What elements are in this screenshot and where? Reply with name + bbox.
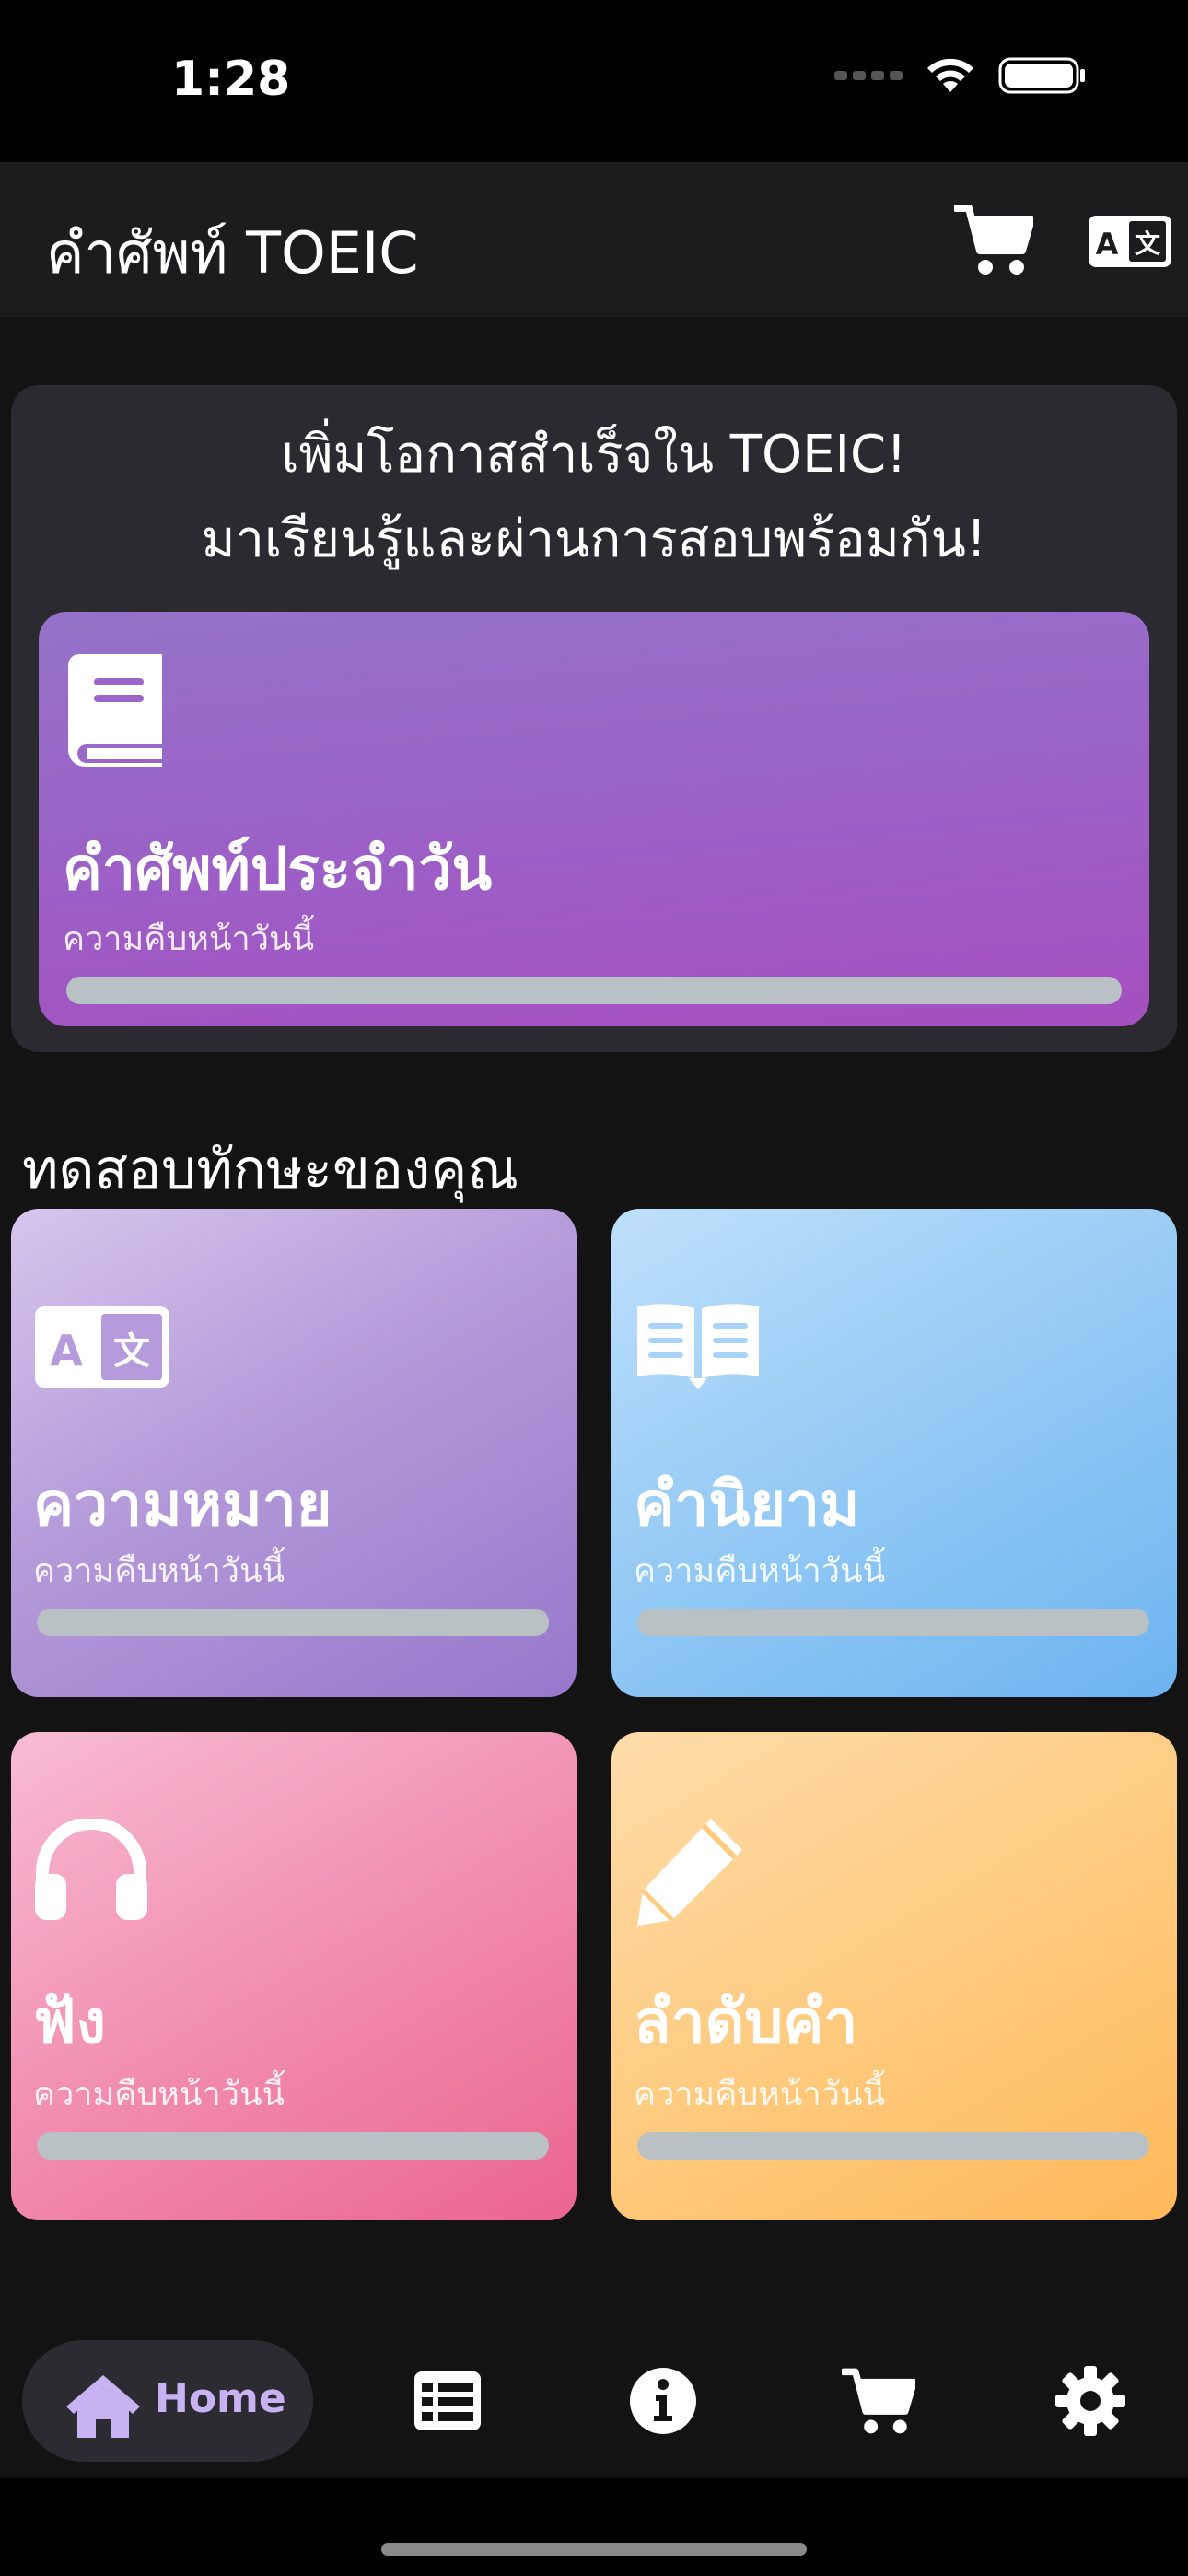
nav-info[interactable] <box>626 2364 700 2438</box>
svg-text:A: A <box>50 1326 83 1376</box>
svg-text:文: 文 <box>113 1330 150 1373</box>
skill-subtitle: ความคืบหน้าวันนี้ <box>33 1552 285 1590</box>
book-icon <box>68 654 162 767</box>
app-bar: คำศัพท์ TOEIC A 文 <box>0 162 1188 317</box>
skill-subtitle: ความคืบหน้าวันนี้ <box>634 2076 886 2113</box>
daily-card-subtitle: ความคืบหน้าวันนี้ <box>63 920 315 958</box>
home-indicator[interactable] <box>381 2543 807 2556</box>
list-icon <box>414 2371 481 2430</box>
status-icons <box>834 55 1087 96</box>
bottom-nav: Home <box>0 2313 1188 2478</box>
skill-card-definition[interactable]: คำนิยาม ความคืบหน้าวันนี้ <box>611 1209 1177 1697</box>
skill-progress-bar <box>637 2132 1149 2160</box>
nav-settings[interactable] <box>1054 2364 1127 2438</box>
cart-icon <box>840 2368 917 2434</box>
nav-home[interactable]: Home <box>22 2340 313 2462</box>
svg-text:A: A <box>1096 227 1119 262</box>
translate-icon: A 文 <box>35 1306 169 1388</box>
skill-card-meaning[interactable]: A 文 ความหมาย ความคืบหน้าวันนี้ <box>11 1209 577 1697</box>
daily-vocab-card[interactable]: คำศัพท์ประจำวัน ความคืบหน้าวันนี้ <box>39 612 1149 1026</box>
info-icon <box>630 2368 696 2434</box>
nav-home-label: Home <box>155 2375 286 2422</box>
cart-icon <box>952 205 1035 275</box>
cart-button[interactable] <box>952 203 1035 276</box>
skill-title: ความหมาย <box>33 1469 332 1540</box>
nav-list[interactable] <box>411 2364 484 2438</box>
svg-text:文: 文 <box>1135 228 1160 259</box>
headphones-icon <box>35 1819 147 1920</box>
hero-banner: เพิ่มโอกาสสำเร็จใน TOEIC! มาเรียนรู้และผ… <box>11 385 1177 1052</box>
battery-icon <box>998 57 1085 94</box>
skill-progress-bar <box>37 1609 549 1636</box>
skill-card-word-order[interactable]: ลำดับคำ ความคืบหน้าวันนี้ <box>611 1732 1177 2220</box>
daily-progress-bar <box>66 977 1122 1004</box>
section-title: ทดสอบทักษะของคุณ <box>22 1138 519 1202</box>
app-title: คำศัพท์ TOEIC <box>46 219 419 287</box>
home-icon <box>66 2375 140 2438</box>
status-time: 1:28 <box>171 52 291 107</box>
skill-title: คำนิยาม <box>634 1469 860 1540</box>
bottom-safe-area <box>0 2478 1188 2576</box>
status-bar: 1:28 <box>0 0 1188 162</box>
cellular-signal-icon <box>834 71 903 80</box>
nav-cart[interactable] <box>840 2364 917 2438</box>
translate-button[interactable]: A 文 <box>1087 210 1173 273</box>
skill-card-listening[interactable]: ฟัง ความคืบหน้าวันนี้ <box>11 1732 577 2220</box>
skill-subtitle: ความคืบหน้าวันนี้ <box>634 1552 886 1590</box>
hero-line-2: มาเรียนรู้และผ่านการสอบพร้อมกัน! <box>201 509 987 569</box>
settings-icon <box>1055 2366 1125 2436</box>
skill-title: ลำดับคำ <box>634 1986 858 2057</box>
hero-line-1: เพิ่มโอกาสสำเร็จใน TOEIC! <box>281 425 907 485</box>
hero-text: เพิ่มโอกาสสำเร็จใน TOEIC! มาเรียนรู้และผ… <box>11 413 1177 582</box>
skill-title: ฟัง <box>33 1986 106 2057</box>
translate-icon: A 文 <box>1089 216 1171 267</box>
daily-card-title: คำศัพท์ประจำวัน <box>63 836 493 904</box>
open-book-icon <box>637 1304 759 1389</box>
skill-progress-bar <box>37 2132 549 2160</box>
skill-subtitle: ความคืบหน้าวันนี้ <box>33 2076 285 2113</box>
pencil-icon <box>637 1819 742 1926</box>
wifi-icon <box>927 58 973 92</box>
skill-progress-bar <box>637 1609 1149 1636</box>
